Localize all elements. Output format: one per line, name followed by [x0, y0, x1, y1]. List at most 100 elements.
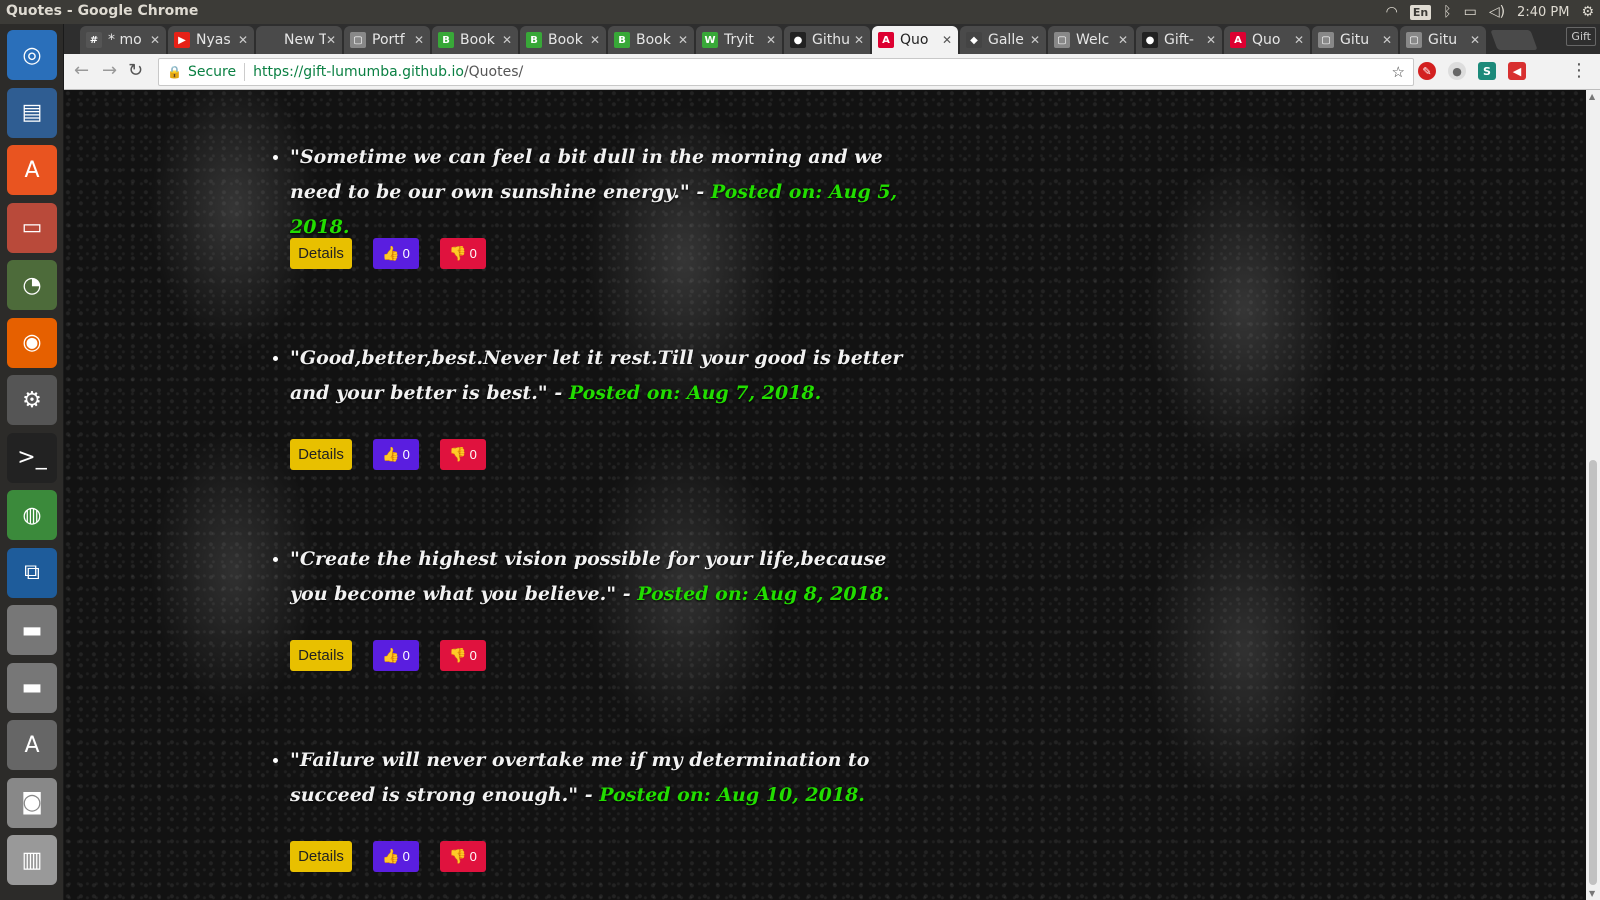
terminal-icon[interactable]: >_ [7, 432, 57, 483]
camera-icon[interactable]: ◙ [7, 777, 57, 828]
bookmark-star-icon[interactable]: ☆ [1392, 63, 1405, 81]
browser-tab[interactable]: ▢ Gitu ✕ [1400, 26, 1486, 54]
back-arrow-icon[interactable]: ← [74, 60, 89, 81]
browser-tab[interactable]: A Quo ✕ [1224, 26, 1310, 54]
tab-label: Portf [372, 32, 405, 48]
browser-tab[interactable]: W Tryit ✕ [696, 26, 782, 54]
extension-icon-1[interactable]: ✎ [1418, 62, 1436, 80]
browser-tab[interactable]: ▶ Nyas ✕ [168, 26, 254, 54]
details-button[interactable]: Details [290, 640, 352, 671]
tab-close-icon[interactable]: ✕ [150, 33, 160, 47]
page-scrollbar[interactable]: ▲ ▼ [1586, 90, 1600, 900]
tab-close-icon[interactable]: ✕ [1470, 33, 1480, 47]
quote-text: "Create the highest vision possible for … [290, 542, 930, 612]
upvote-button[interactable]: 👍 0 [373, 640, 419, 671]
quote-posted-date: Posted on: Aug 7, 2018. [568, 382, 822, 404]
power-gear-icon[interactable]: ⚙ [1581, 4, 1594, 20]
browser-tab[interactable]: # * mo ✕ [80, 26, 166, 54]
downvote-button[interactable]: 👎 0 [440, 640, 486, 671]
system-top-panel: Quotes - Google Chrome ◠ En ᛒ ▭ ◁) 2:40 … [0, 0, 1600, 24]
trash-icon[interactable]: ▥ [7, 835, 57, 885]
profile-button[interactable]: Gift [1566, 27, 1596, 46]
tab-close-icon[interactable]: ✕ [1118, 33, 1128, 47]
tab-close-icon[interactable]: ✕ [238, 33, 248, 47]
omnibox-separator [244, 63, 246, 81]
drive-icon[interactable]: ▬ [7, 605, 57, 655]
browser-tab[interactable]: New Tab✕ [256, 26, 342, 54]
details-button[interactable]: Details [290, 841, 352, 872]
tab-close-icon[interactable]: ✕ [326, 33, 336, 47]
details-button[interactable]: Details [290, 238, 352, 269]
browser-tab[interactable]: B Book ✕ [520, 26, 606, 54]
scroll-down-arrow-icon[interactable]: ▼ [1589, 889, 1595, 898]
bluetooth-icon[interactable]: ᛒ [1443, 4, 1451, 20]
wifi-icon[interactable]: ◠ [1386, 4, 1398, 20]
tab-favicon-icon: B [438, 32, 454, 48]
writer-icon[interactable]: ▤ [7, 87, 57, 138]
files-icon[interactable]: ▭ [7, 202, 57, 253]
browser-menu-icon[interactable]: ⋮ [1570, 60, 1588, 81]
details-button[interactable]: Details [290, 439, 352, 470]
browser-tab[interactable]: ▢ Welc ✕ [1048, 26, 1134, 54]
browser-tab[interactable]: ▢ Gitu ✕ [1312, 26, 1398, 54]
scrollbar-thumb[interactable] [1589, 460, 1597, 885]
tab-close-icon[interactable]: ✕ [502, 33, 512, 47]
updater-icon[interactable]: A [7, 720, 57, 770]
extension-icon-2[interactable]: ● [1448, 62, 1466, 80]
tab-favicon-icon: ▶ [174, 32, 190, 48]
tab-close-icon[interactable]: ✕ [1382, 33, 1392, 47]
browser-tab[interactable]: ◆ Galle ✕ [960, 26, 1046, 54]
tab-close-icon[interactable]: ✕ [766, 33, 776, 47]
browser-tab[interactable]: ▢ Portf ✕ [344, 26, 430, 54]
downvote-count: 0 [469, 849, 477, 864]
tab-close-icon[interactable]: ✕ [1030, 33, 1040, 47]
extension-icon-3[interactable]: S [1478, 62, 1496, 80]
browser-tab[interactable]: ● Gift- ✕ [1136, 26, 1222, 54]
address-bar[interactable]: 🔒 Secure https://gift-lumumba.github.io … [158, 58, 1414, 86]
tab-close-icon[interactable]: ✕ [1206, 33, 1216, 47]
browser-tab[interactable]: B Book ✕ [608, 26, 694, 54]
disk-usage-icon[interactable]: ◔ [7, 260, 57, 310]
chrome-icon[interactable]: ◍ [7, 490, 57, 540]
tab-close-icon[interactable]: ✕ [942, 33, 952, 47]
upvote-button[interactable]: 👍 0 [373, 238, 419, 269]
battery-icon[interactable]: ▭ [1464, 4, 1477, 20]
upvote-button[interactable]: 👍 0 [373, 439, 419, 470]
clock[interactable]: 2:40 PM [1517, 5, 1569, 20]
downvote-button[interactable]: 👎 0 [440, 238, 486, 269]
quote-item: "Failure will never overtake me if my de… [290, 743, 930, 900]
forward-arrow-icon[interactable]: → [102, 60, 117, 81]
system-tray: ◠ En ᛒ ▭ ◁) 2:40 PM ⚙ [1386, 0, 1594, 24]
new-tab-button[interactable] [1490, 30, 1538, 50]
settings-icon[interactable]: ⚙ [7, 375, 57, 425]
window-title: Quotes - Google Chrome [6, 3, 199, 19]
upvote-count: 0 [402, 447, 410, 462]
browser-tab[interactable]: B Book ✕ [432, 26, 518, 54]
tab-label: New Tab [284, 32, 326, 48]
browser-tab[interactable]: A Quo ✕ [872, 26, 958, 54]
tab-close-icon[interactable]: ✕ [678, 33, 688, 47]
firefox-icon[interactable]: ◉ [7, 317, 57, 368]
tab-label: Gitu [1428, 32, 1458, 48]
quote-item: "Create the highest vision possible for … [290, 542, 930, 743]
scroll-up-arrow-icon[interactable]: ▲ [1589, 92, 1595, 101]
tab-close-icon[interactable]: ✕ [1294, 33, 1304, 47]
ubuntu-dash-icon[interactable]: ◎ [7, 30, 57, 80]
quote-posted-date: Posted on: Aug 10, 2018. [599, 784, 865, 806]
browser-tab[interactable]: ● Githu ✕ [784, 26, 870, 54]
reload-icon[interactable]: ↻ [128, 60, 143, 81]
extension-icon-4[interactable]: ◀ [1508, 62, 1526, 80]
drive-icon-2[interactable]: ▬ [7, 662, 57, 713]
tab-close-icon[interactable]: ✕ [414, 33, 424, 47]
software-center-icon[interactable]: A [7, 145, 57, 195]
tab-favicon-icon: B [614, 32, 630, 48]
tab-close-icon[interactable]: ✕ [854, 33, 864, 47]
volume-icon[interactable]: ◁) [1489, 4, 1505, 20]
upvote-button[interactable]: 👍 0 [373, 841, 419, 872]
keyboard-language-indicator[interactable]: En [1409, 4, 1432, 20]
downvote-button[interactable]: 👎 0 [440, 439, 486, 470]
downvote-count: 0 [469, 246, 477, 261]
vscode-icon[interactable]: ⧉ [7, 547, 57, 598]
tab-close-icon[interactable]: ✕ [590, 33, 600, 47]
downvote-button[interactable]: 👎 0 [440, 841, 486, 872]
